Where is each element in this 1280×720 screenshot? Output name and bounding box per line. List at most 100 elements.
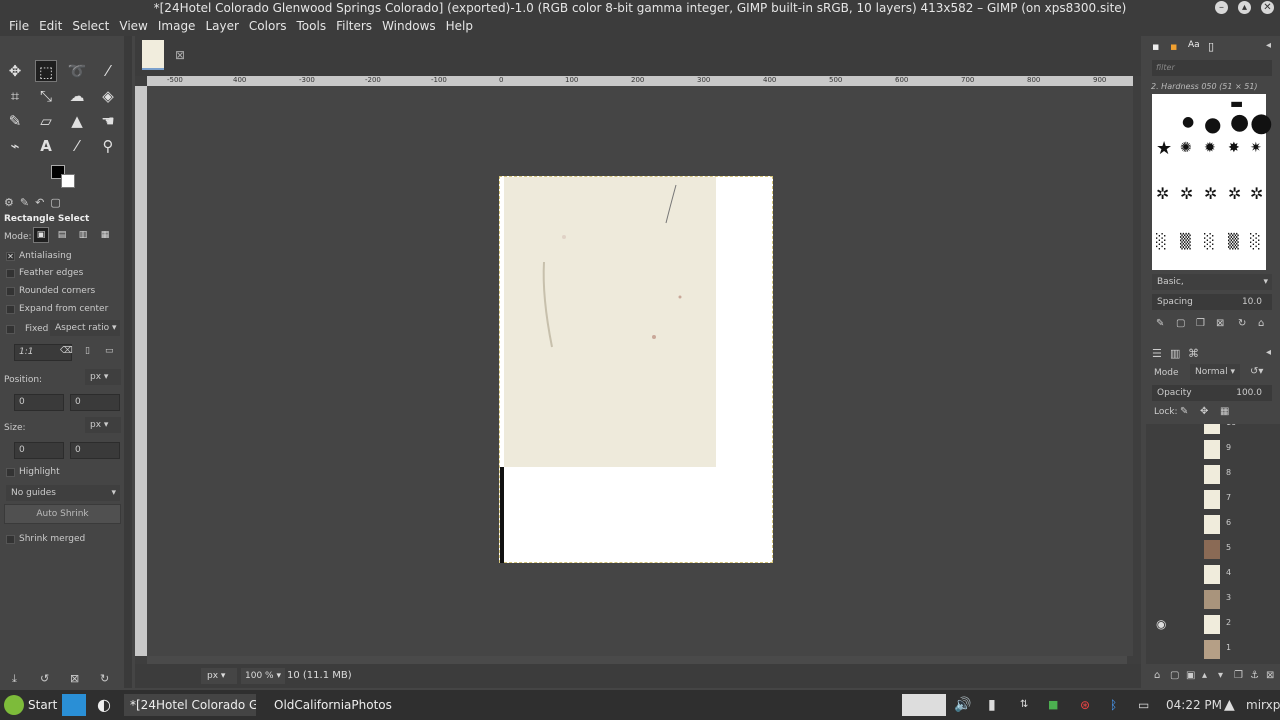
brush-texture-5-icon[interactable]: ✲ [1250,184,1263,203]
configure-tab-icon[interactable]: ◂ [1266,40,1271,51]
close-tab-icon[interactable]: ⊠ [175,48,185,62]
layer-row[interactable]: 5 [1152,537,1272,562]
layer-mode-dropdown[interactable]: Normal ▾ [1190,364,1240,380]
eraser-tool-icon[interactable]: ▱ [35,110,57,132]
shrink-merged-checkbox[interactable] [6,535,15,544]
layer-row[interactable]: 10 [1152,424,1272,437]
text-tool-icon[interactable]: A [35,135,57,157]
raise-layer-icon[interactable]: ▴ [1202,670,1207,681]
fixed-mode-dropdown[interactable]: Aspect ratio ▾ [50,320,120,336]
brush-texture-icon[interactable]: ✲ [1156,184,1169,203]
brush-splatter-3-icon[interactable]: ✸ [1228,140,1240,156]
layer-row[interactable]: 4 [1152,562,1272,587]
menu-filters[interactable]: Filters [331,17,377,36]
lower-layer-icon[interactable]: ▾ [1218,670,1223,681]
lock-pixels-icon[interactable]: ✎ [1180,406,1188,417]
display-icon[interactable]: ▭ [1138,694,1149,716]
patterns-tab-icon[interactable]: ▪ [1170,40,1177,53]
delete-options-icon[interactable]: ⊠ [70,672,79,685]
fixed-checkbox[interactable] [6,325,15,334]
undo-history-tab-icon[interactable]: ↶ [35,196,44,209]
network-icon[interactable]: ⇅ [1020,694,1028,716]
volume-icon[interactable]: 🔊 [954,694,971,716]
image-canvas[interactable] [499,176,773,563]
menu-view[interactable]: View [114,17,152,36]
mode-intersect-icon[interactable]: ▦ [97,227,113,243]
duplicate-layer-icon[interactable]: ❐ [1234,670,1243,681]
brush-tag-dropdown[interactable]: Basic, ▾ [1152,274,1272,290]
start-button[interactable]: Start [4,694,57,716]
menu-help[interactable]: Help [441,17,478,36]
device-status-tab-icon[interactable]: ✎ [20,196,29,209]
spacing-slider[interactable]: Spacing 10.0 [1152,294,1272,310]
mode-subtract-icon[interactable]: ▥ [75,227,91,243]
maximize-icon[interactable]: ▴ [1238,1,1251,14]
security-icon[interactable]: ⊛ [1080,694,1090,716]
brush-grunge-icon[interactable]: ░ [1156,234,1167,250]
menu-select[interactable]: Select [67,17,114,36]
guides-dropdown[interactable]: No guides ▾ [6,485,120,501]
edit-brush-icon[interactable]: ✎ [1156,318,1164,329]
layer-row[interactable]: 7 [1152,487,1272,512]
position-unit-dropdown[interactable]: px ▾ [85,369,121,385]
layer-row[interactable]: 6 [1152,512,1272,537]
anchor-layer-icon[interactable]: ⚓ [1250,670,1259,681]
new-group-icon[interactable]: ▣ [1186,670,1195,681]
brush-texture-3-icon[interactable]: ✲ [1204,184,1217,203]
panel-separator[interactable] [124,36,132,688]
desktop-icon[interactable] [62,694,86,716]
brush-grunge-4-icon[interactable]: ▒ [1228,234,1239,250]
layer-group-icon[interactable]: ⌂ [1154,670,1160,681]
tray-clipboard-icon[interactable] [902,694,946,716]
brush-grunge-5-icon[interactable]: ░ [1250,234,1261,250]
position-x-field[interactable]: 0 [14,394,64,411]
size-w-field[interactable]: 0 [14,442,64,459]
brush-filter-input[interactable]: filter [1152,60,1272,76]
brush-soft-icon[interactable]: ● [1182,114,1194,130]
taskbar-folder-window[interactable]: OldCaliforniaPhotos [260,694,392,716]
background-color-swatch[interactable] [61,174,75,188]
new-brush-icon[interactable]: ▢ [1176,318,1185,329]
brush-grunge-3-icon[interactable]: ░ [1204,234,1215,250]
layers-tab-icon[interactable]: ☰ [1152,347,1162,360]
highlight-checkbox[interactable] [6,468,15,477]
images-tab-icon[interactable]: ▢ [50,196,60,209]
canvas-viewport[interactable] [147,86,1133,656]
brushes-tab-icon[interactable]: ▪ [1152,40,1159,53]
user-icon[interactable]: ▲ [1224,694,1235,716]
opacity-slider[interactable]: Opacity 100.0 [1152,385,1272,401]
paintbrush-tool-icon[interactable]: ✎ [4,110,26,132]
move-tool-icon[interactable]: ✥ [4,60,26,82]
auto-shrink-button[interactable]: Auto Shrink [4,504,121,524]
rounded-checkbox[interactable] [6,287,15,296]
warp-tool-icon[interactable]: ☁ [66,85,88,107]
menu-image[interactable]: Image [153,17,201,36]
brush-hardness-100-icon[interactable]: ● [1250,108,1273,138]
layer-row[interactable]: 8 [1152,462,1272,487]
size-h-field[interactable]: 0 [70,442,120,459]
layer-row[interactable]: 9 [1152,437,1272,462]
document-history-tab-icon[interactable]: ▯ [1208,40,1214,53]
layer-visibility-eye-icon[interactable]: ◉ [1156,617,1166,631]
save-options-icon[interactable]: ⤓ [12,672,17,686]
horizontal-scrollbar[interactable] [147,656,1127,664]
menu-colors[interactable]: Colors [244,17,292,36]
zoom-tool-icon[interactable]: ⚲ [97,135,119,157]
brush-grunge-2-icon[interactable]: ▒ [1180,234,1191,250]
feather-checkbox[interactable] [6,269,15,278]
restore-options-icon[interactable]: ↺ [40,672,49,685]
updater-icon[interactable]: ■ [1048,694,1058,716]
browser-icon[interactable]: ◐ [92,694,116,716]
brush-texture-4-icon[interactable]: ✲ [1228,184,1241,203]
color-picker-tool-icon[interactable]: ⁄ [66,135,88,157]
fill-tool-icon[interactable]: ◈ [97,85,119,107]
paths-tab-icon[interactable]: ⌘ [1188,347,1199,360]
brush-hardness-050-icon[interactable]: ● [1204,112,1221,136]
menu-layer[interactable]: Layer [200,17,243,36]
brush-hardness-075-icon[interactable]: ● [1230,110,1249,135]
antialiasing-checkbox[interactable]: ✕ [6,252,15,261]
fonts-tab-icon[interactable]: Aa [1188,40,1200,50]
position-y-field[interactable]: 0 [70,394,120,411]
mode-add-icon[interactable]: ▤ [54,227,70,243]
brush-splatter-4-icon[interactable]: ✷ [1250,140,1262,156]
